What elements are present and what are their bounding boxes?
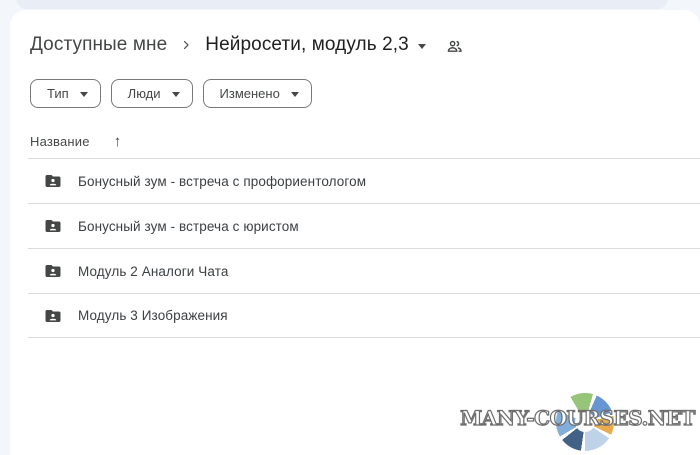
chevron-right-icon (180, 39, 192, 51)
google-drive-folder-view: Доступные мне Нейросети, модуль 2,3 Тип (0, 0, 700, 455)
chevron-down-icon (80, 92, 88, 97)
file-list: Бонусный зум - встреча с профориентолого… (28, 158, 700, 338)
chevron-down-icon (291, 92, 299, 97)
chevron-down-icon (172, 92, 180, 97)
sort-ascending-icon[interactable]: ↑ (114, 134, 122, 149)
folder-row[interactable]: Модуль 3 Изображения (28, 293, 700, 338)
folder-row[interactable]: Бонусный зум - встреча с профориентолого… (28, 158, 700, 203)
folder-row[interactable]: Бонусный зум - встреча с юристом (28, 203, 700, 248)
breadcrumb: Доступные мне Нейросети, модуль 2,3 (30, 31, 464, 59)
filter-chip-modified-label: Изменено (220, 86, 280, 101)
folder-shared-icon (44, 262, 62, 280)
column-header-name[interactable]: Название (30, 134, 90, 149)
breadcrumb-current-folder[interactable]: Нейросети, модуль 2,3 (205, 34, 409, 56)
folder-shared-icon (44, 307, 62, 325)
files-panel: Доступные мне Нейросети, модуль 2,3 Тип (10, 10, 700, 455)
folder-name: Бонусный зум - встреча с юристом (78, 219, 299, 234)
folder-shared-icon (44, 172, 62, 190)
filter-chip-people-label: Люди (128, 86, 161, 101)
filter-chip-type[interactable]: Тип (30, 79, 101, 108)
filter-chip-type-label: Тип (47, 86, 69, 101)
people-icon[interactable] (445, 37, 464, 56)
folder-menu-caret-icon[interactable] (418, 44, 426, 49)
breadcrumb-shared-with-me[interactable]: Доступные мне (30, 34, 167, 56)
top-banner-remnant (16, 0, 668, 9)
folder-name: Модуль 3 Изображения (78, 308, 228, 323)
list-header: Название ↑ (30, 130, 121, 152)
filter-chips: Тип Люди Изменено (30, 79, 312, 108)
filter-chip-modified[interactable]: Изменено (203, 79, 312, 108)
folder-name: Бонусный зум - встреча с профориентолого… (78, 174, 366, 189)
folder-name: Модуль 2 Аналоги Чата (78, 264, 228, 279)
folder-row[interactable]: Модуль 2 Аналоги Чата (28, 248, 700, 293)
folder-shared-icon (44, 217, 62, 235)
filter-chip-people[interactable]: Люди (111, 79, 193, 108)
